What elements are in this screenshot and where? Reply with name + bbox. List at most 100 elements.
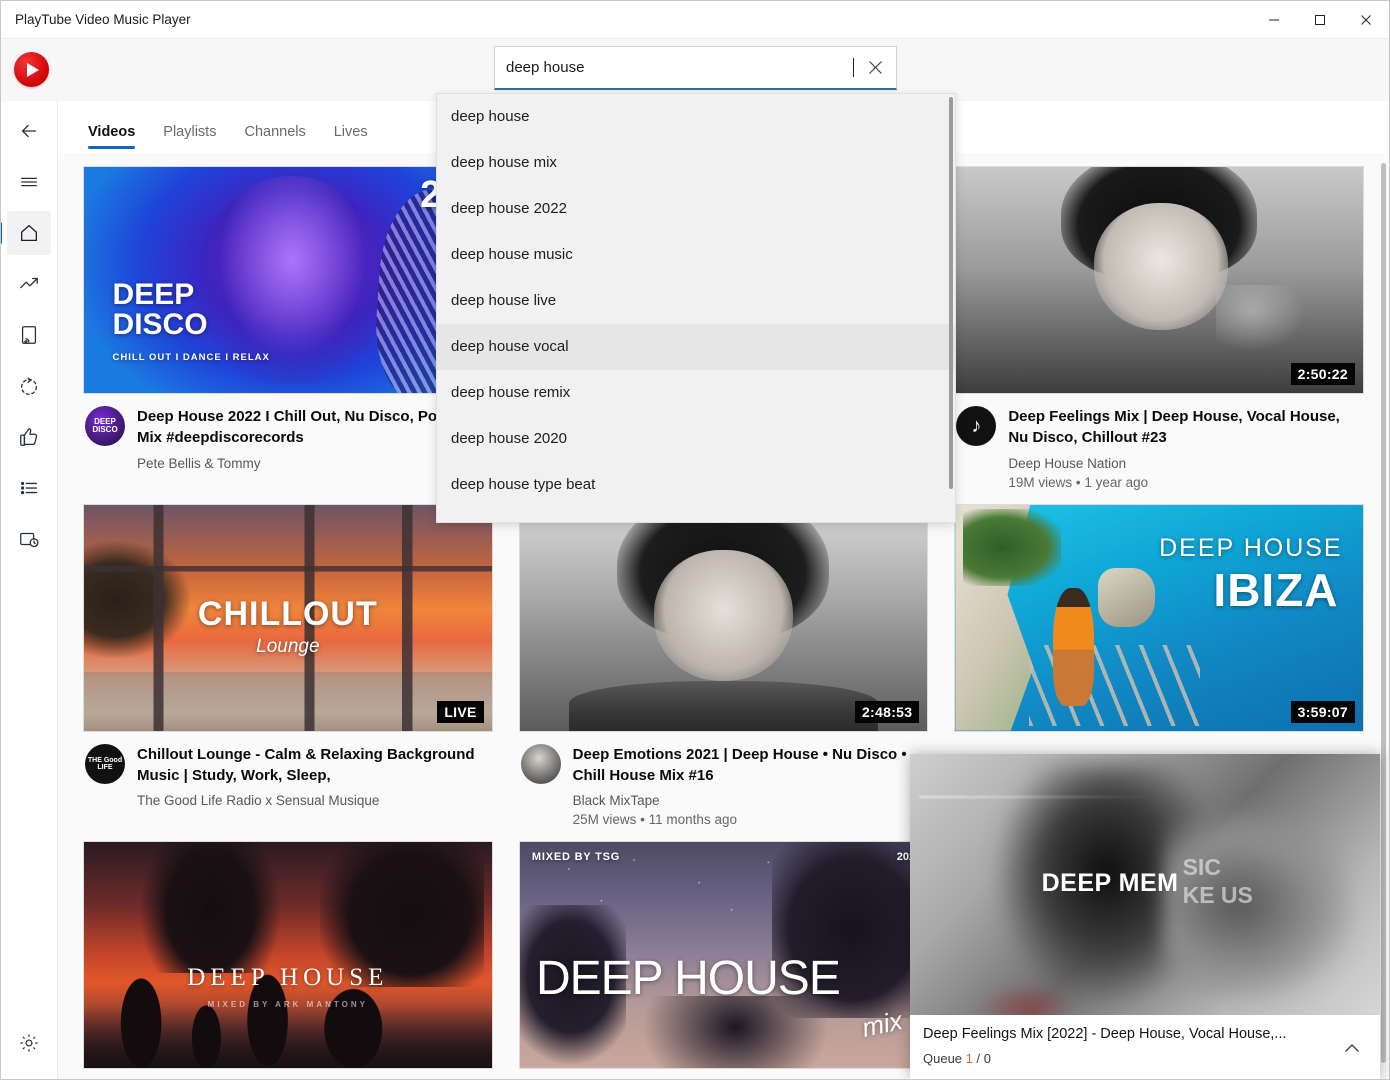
mini-player-overlay-ghost: SIC KE US bbox=[1182, 854, 1253, 909]
thumbnail-overlay-subtitle: Lounge bbox=[256, 635, 320, 657]
mini-player-queue: Queue 1 / 0 bbox=[923, 1051, 1332, 1066]
video-card[interactable]: CHILLOUT Lounge LIVE THE Good LIFE Chill… bbox=[83, 503, 493, 828]
suggestion-item[interactable]: deep house music bbox=[437, 232, 955, 278]
sidebar-item-trending[interactable] bbox=[7, 262, 51, 306]
video-title[interactable]: Deep Emotions 2021 | Deep House • Nu Dis… bbox=[573, 744, 927, 787]
sidebar-item-history[interactable] bbox=[7, 517, 51, 561]
thumbnail-overlay-title: CHILLOUT bbox=[197, 594, 378, 633]
sidebar-item-subscriptions[interactable] bbox=[7, 313, 51, 357]
queue-total: 0 bbox=[983, 1051, 992, 1066]
mini-player[interactable]: SIC KE US DEEP MEM Deep Feelings Mix [20… bbox=[910, 754, 1380, 1079]
thumbnail-art bbox=[84, 842, 492, 1069]
thumbnail-art bbox=[955, 167, 1363, 393]
suggestion-item[interactable]: deep house 2020 bbox=[437, 416, 955, 462]
sidebar-item-explore[interactable] bbox=[7, 364, 51, 408]
avatar-label: DEEP DISCO bbox=[92, 417, 118, 434]
suggestion-item[interactable]: deep house live bbox=[437, 278, 955, 324]
thumbnail-overlay-subtitle: MIXED BY ARK MANTONY bbox=[207, 1000, 368, 1010]
thumbnail-overlay-title: DEEP HOUSE bbox=[535, 951, 841, 1005]
app-window: PlayTube Video Music Player Videos Playl… bbox=[0, 0, 1390, 1080]
video-stats: 19M views • 1 year ago bbox=[1008, 474, 1149, 490]
sidebar-item-playlists[interactable] bbox=[7, 466, 51, 510]
video-card[interactable]: 2:50:22 ♪ Deep Feelings Mix | Deep House… bbox=[954, 166, 1364, 490]
video-channel[interactable]: The Good Life Radio x Sensual Musique bbox=[137, 793, 491, 808]
video-stats: 25M views • 11 months ago bbox=[572, 812, 737, 828]
suggestion-item[interactable]: deep house mix bbox=[437, 140, 955, 186]
window-controls bbox=[1251, 1, 1389, 39]
search-suggestions-dropdown: deep house deep house mix deep house 202… bbox=[436, 93, 956, 523]
page-scrollbar[interactable] bbox=[1381, 163, 1386, 1063]
thumbnail-overlay-title: DEEP HOUSE bbox=[1159, 533, 1343, 562]
tab-lives[interactable]: Lives bbox=[320, 124, 382, 153]
queue-separator: / bbox=[976, 1051, 981, 1066]
channel-avatar[interactable]: THE Good LIFE bbox=[85, 743, 125, 784]
video-channel[interactable]: Black MixTape bbox=[573, 793, 927, 808]
dropdown-scrollbar[interactable] bbox=[949, 97, 953, 489]
video-meta: DEEP DISCO Deep House 2022 I Chill Out, … bbox=[83, 394, 493, 475]
channel-avatar[interactable] bbox=[520, 743, 561, 784]
video-thumbnail[interactable]: DEEP HOUSE MIXED BY ARK MANTONY bbox=[83, 841, 493, 1070]
sidebar bbox=[1, 101, 58, 1079]
suggestion-item[interactable]: deep house remix bbox=[437, 370, 955, 416]
queue-current: 1 bbox=[965, 1051, 973, 1066]
channel-avatar[interactable]: ♪ bbox=[956, 406, 997, 446]
suggestion-item[interactable]: deep house 2022 bbox=[437, 186, 955, 232]
title-bar: PlayTube Video Music Player bbox=[1, 1, 1389, 39]
thumbnail-overlay-title: DEEP HOUSE bbox=[187, 964, 389, 992]
video-thumbnail[interactable]: 2:48:53 bbox=[518, 503, 929, 732]
duration-badge: 3:59:07 bbox=[1290, 700, 1355, 723]
tab-videos[interactable]: Videos bbox=[74, 124, 149, 153]
thumbnail-overlay-subtitle: IBIZA bbox=[1213, 564, 1339, 617]
playtube-logo-icon bbox=[14, 52, 49, 87]
video-card[interactable]: DEEP HOUSE MIXED BY ARK MANTONY bbox=[83, 841, 493, 1070]
thumbnail-art bbox=[519, 504, 928, 731]
video-title[interactable]: Deep Feelings Mix | Deep House, Vocal Ho… bbox=[1008, 406, 1362, 449]
suggestion-item-highlighted[interactable]: deep house vocal bbox=[437, 324, 955, 370]
video-thumbnail[interactable]: CHILLOUT Lounge LIVE bbox=[83, 503, 493, 732]
suggestion-item[interactable]: deep house bbox=[437, 94, 955, 140]
video-card[interactable]: MIXED BY TSG 202 DEEP HOUSE mix bbox=[518, 841, 929, 1070]
mini-player-title: Deep Feelings Mix [2022] - Deep House, V… bbox=[923, 1026, 1287, 1042]
duration-badge: 2:48:53 bbox=[854, 700, 920, 723]
duration-badge: 2:50:22 bbox=[1290, 363, 1355, 385]
video-title[interactable]: Chillout Lounge - Calm & Relaxing Backgr… bbox=[137, 744, 491, 787]
search-area: deep house deep house mix deep house 202… bbox=[436, 46, 956, 523]
video-card[interactable]: 2:48:53 Deep Emotions 2021 | Deep House … bbox=[518, 503, 929, 828]
sidebar-item-home[interactable] bbox=[1, 211, 51, 255]
mini-player-bar: Deep Feelings Mix [2022] - Deep House, V… bbox=[910, 1015, 1380, 1079]
avatar-label: ♪ bbox=[971, 415, 982, 437]
tab-playlists[interactable]: Playlists bbox=[149, 124, 230, 153]
suggestion-item[interactable]: deep house type beat bbox=[437, 462, 955, 508]
channel-avatar[interactable]: DEEP DISCO bbox=[85, 406, 125, 446]
sidebar-item-menu[interactable] bbox=[7, 160, 51, 204]
mini-player-video[interactable]: SIC KE US DEEP MEM bbox=[910, 754, 1380, 1015]
video-meta: ♪ Deep Feelings Mix | Deep House, Vocal … bbox=[954, 394, 1364, 490]
video-channel[interactable]: Deep House Nation bbox=[1008, 456, 1362, 471]
minimize-button[interactable] bbox=[1251, 1, 1297, 39]
video-meta: THE Good LIFE Chillout Lounge - Calm & R… bbox=[83, 732, 493, 813]
maximize-button[interactable] bbox=[1297, 1, 1343, 39]
avatar-label: THE Good LIFE bbox=[87, 756, 123, 771]
video-thumbnail[interactable]: MIXED BY TSG 202 DEEP HOUSE mix bbox=[518, 841, 929, 1070]
chevron-up-icon[interactable] bbox=[1337, 1033, 1367, 1063]
sidebar-item-back[interactable] bbox=[7, 109, 51, 153]
window-title: PlayTube Video Music Player bbox=[15, 12, 191, 27]
sidebar-item-liked[interactable] bbox=[7, 415, 51, 459]
tab-channels[interactable]: Channels bbox=[230, 124, 319, 153]
close-button[interactable] bbox=[1343, 1, 1389, 39]
clear-search-button[interactable] bbox=[854, 47, 896, 89]
thumbnail-overlay-subtitle: CHILL OUT I DANCE I RELAX bbox=[112, 352, 270, 364]
queue-label: Queue bbox=[923, 1051, 963, 1066]
live-badge: LIVE bbox=[437, 700, 484, 723]
search-box[interactable] bbox=[494, 46, 897, 90]
video-thumbnail[interactable]: 2:50:22 bbox=[954, 166, 1364, 394]
sidebar-item-settings[interactable] bbox=[7, 1021, 51, 1065]
thumbnail-overlay-title: DEEP DISCO bbox=[112, 278, 208, 341]
video-meta bbox=[954, 732, 1364, 744]
thumbnail-overlay-credit: MIXED BY TSG bbox=[531, 851, 621, 864]
mini-player-overlay-title: DEEP MEM bbox=[1041, 868, 1179, 897]
video-thumbnail[interactable]: DEEP HOUSE IBIZA 3:59:07 bbox=[954, 503, 1364, 732]
video-thumbnail[interactable]: DEEP DISCO CHILL OUT I DANCE I RELAX 202 bbox=[83, 166, 493, 394]
search-input[interactable] bbox=[495, 59, 854, 76]
video-card[interactable]: DEEP DISCO CHILL OUT I DANCE I RELAX 202… bbox=[83, 166, 493, 490]
